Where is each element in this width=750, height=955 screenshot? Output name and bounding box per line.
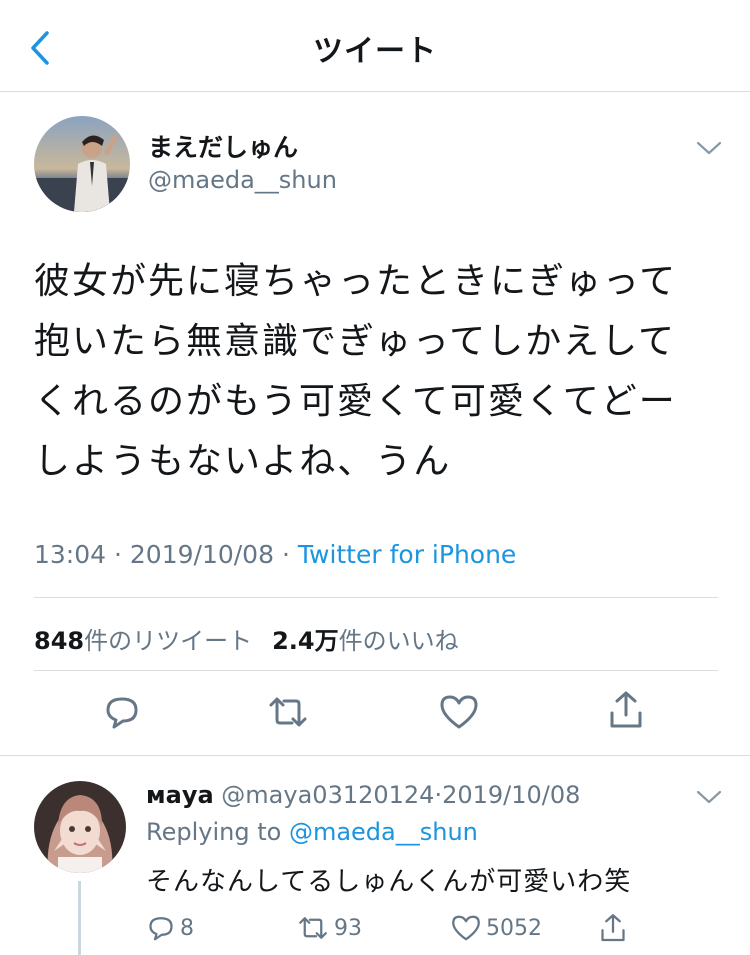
tweet-line: くれるのがもう可愛くて可愛くてどー	[34, 381, 677, 422]
caret-down-icon	[696, 790, 722, 804]
retweet-icon	[299, 917, 327, 939]
tweet-options-button[interactable]	[694, 138, 724, 158]
like-label: 件のいいね	[338, 627, 459, 655]
reply-retweet-button[interactable]: 93	[296, 911, 362, 945]
replying-to-mention[interactable]: @maeda__shun	[289, 818, 478, 846]
tweet-line: 抱いたら無意識でぎゅってしかえして	[34, 321, 677, 362]
like-button[interactable]	[437, 690, 481, 734]
like-icon	[452, 915, 480, 941]
avatar[interactable]	[34, 781, 126, 873]
tweet-meta: 13:04 · 2019/10/08 · Twitter for iPhone	[34, 540, 516, 569]
reply-icon	[106, 697, 138, 729]
share-icon	[601, 914, 625, 942]
display-name[interactable]: まえだしゅん	[148, 128, 298, 164]
tweet-time: 13:04	[34, 540, 107, 569]
reply-handle[interactable]: @maya03120124	[221, 781, 434, 809]
reply-button[interactable]	[100, 690, 144, 734]
page-title: ツイート	[313, 34, 437, 69]
retweet-icon	[269, 697, 307, 727]
tweet-line: 彼女が先に寝ちゃったときにぎゅって	[34, 261, 678, 302]
divider	[34, 670, 718, 671]
reply-display-name[interactable]: маya	[146, 781, 214, 809]
top-nav-bar: ツイート	[0, 0, 750, 92]
reply-action-bar: 8 93 5052	[146, 911, 706, 945]
retweets-stat[interactable]: 848件のリツイート	[34, 627, 252, 655]
retweet-label: 件のリツイート	[84, 627, 253, 655]
tweet-stats: 848件のリツイート 2.4万件のいいね	[34, 621, 459, 656]
user-handle[interactable]: @maeda__shun	[148, 166, 337, 194]
tweet-source-link[interactable]: Twitter for iPhone	[298, 540, 516, 569]
meta-separator: ·	[281, 540, 290, 569]
like-icon	[440, 695, 478, 729]
share-icon	[610, 691, 642, 728]
avatar[interactable]	[34, 116, 130, 212]
reply-tweet[interactable]: маya @maya03120124·2019/10/08 Replying t…	[0, 757, 750, 955]
share-button[interactable]	[604, 688, 648, 732]
retweet-count: 848	[34, 627, 85, 655]
reply-share-button[interactable]	[598, 911, 632, 945]
reply-header: маya @maya03120124·2019/10/08	[146, 781, 580, 809]
tweet-line: しようもないよね、うん	[34, 441, 452, 482]
reply-options-button[interactable]	[694, 787, 724, 807]
reply-icon	[149, 917, 173, 941]
tweet-date: 2019/10/08	[129, 540, 274, 569]
meta-separator: ·	[434, 781, 443, 809]
replying-to-label: Replying to	[146, 818, 282, 846]
reply-date: 2019/10/08	[442, 781, 581, 809]
reply-count: 8	[180, 915, 194, 941]
main-tweet: まえだしゅん @maeda__shun 彼女が先に寝ちゃったときにぎゅって 抱い…	[0, 92, 750, 756]
caret-down-icon	[696, 141, 722, 155]
retweet-button[interactable]	[266, 690, 310, 734]
like-count: 2.4万	[272, 627, 339, 655]
meta-separator: ·	[114, 540, 122, 569]
thread-line	[78, 881, 81, 955]
reply-text: そんなんしてるしゅんくんが可愛いわ笑	[146, 867, 632, 897]
likes-stat[interactable]: 2.4万件のいいね	[272, 627, 459, 655]
reply-retweet-count: 93	[334, 915, 362, 941]
divider	[34, 597, 718, 598]
reply-reply-button[interactable]: 8	[146, 911, 194, 945]
reply-like-button[interactable]: 5052	[450, 911, 542, 945]
tweet-text: 彼女が先に寝ちゃったときにぎゅって 抱いたら無意識でぎゅってしかえして くれるの…	[34, 252, 724, 492]
reply-like-count: 5052	[486, 915, 542, 941]
replying-to: Replying to @maeda__shun	[146, 818, 478, 846]
